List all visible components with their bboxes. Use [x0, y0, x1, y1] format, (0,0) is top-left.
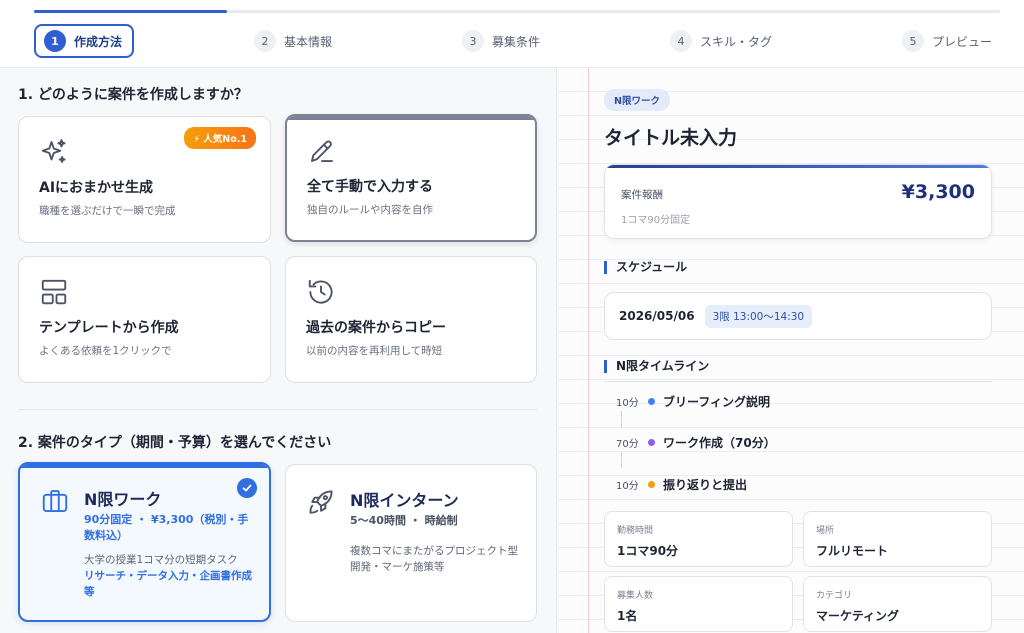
form-panel: 1. どのように案件を作成しますか？ ⚡ 人気No.1 AIにおまかせ生成 職種… — [0, 68, 557, 633]
step-label: プレビュー — [932, 34, 993, 49]
option-title: 過去の案件からコピー — [306, 320, 446, 336]
popular-badge: ⚡ 人気No.1 — [184, 127, 256, 149]
type-sub: 5〜40時間 ・ 時給制 — [350, 514, 458, 527]
timeline-item: 10分 ブリーフィング説明 — [616, 393, 770, 409]
type-n-work[interactable]: N限ワーク 90分固定 ・ ¥3,300（税別・手数料込） 大学の授業1コマ分の… — [18, 462, 271, 622]
fee-value: ¥3,300 — [901, 181, 975, 203]
notebook-margin-line — [588, 68, 589, 633]
option-template[interactable]: テンプレートから作成 よくある依頼を1クリックで — [18, 256, 271, 383]
type-title: N限インターン — [350, 491, 459, 510]
info-value: 1名 — [617, 609, 638, 623]
info-label: 募集人数 — [617, 591, 654, 601]
check-icon — [237, 478, 257, 498]
option-manual-input[interactable]: 全て手動で入力する 独自のルールや内容を自作 — [285, 114, 537, 242]
info-card-location: 場所 フルリモート — [803, 511, 992, 567]
step-label: スキル・タグ — [700, 34, 773, 49]
schedule-slot: 3限 13:00〜14:30 — [704, 304, 813, 328]
history-icon — [308, 279, 333, 304]
timeline-dot — [648, 438, 655, 446]
step-number: 5 — [902, 30, 924, 52]
layout-template-icon — [41, 279, 67, 305]
schedule-heading: スケジュール — [604, 261, 687, 274]
section-divider — [18, 409, 537, 410]
type-desc-plain: 大学の授業1コマ分の短期タスク — [84, 554, 238, 566]
type-title: N限ワーク — [84, 490, 162, 509]
timeline-dot — [648, 397, 655, 405]
info-label: 勤務時間 — [617, 526, 654, 536]
timeline-duration: 10分 — [616, 397, 639, 409]
option-ai-generate[interactable]: ⚡ 人気No.1 AIにおまかせ生成 職種を選ぶだけで一瞬で完成 — [18, 116, 271, 243]
option-desc: 以前の内容を再利用して時短 — [306, 345, 443, 357]
info-value: 1コマ90分 — [617, 544, 679, 558]
type-desc-accent: 開発・マーケ施策等 — [350, 561, 445, 573]
step-label: 募集条件 — [492, 34, 541, 49]
progress-fill — [34, 10, 228, 13]
type-desc-accent: リサーチ・データ入力・企画書作成等 — [84, 570, 252, 598]
timeline-dot — [648, 480, 655, 488]
sparkles-icon — [41, 139, 66, 163]
option-desc: 職種を選ぶだけで一瞬で完成 — [39, 205, 176, 217]
info-value: フルリモート — [816, 544, 889, 558]
info-label: 場所 — [816, 526, 835, 536]
schedule-date: 2026/05/06 — [619, 309, 695, 323]
info-label: カテゴリ — [816, 591, 853, 601]
fee-label: 案件報酬 — [621, 189, 663, 201]
preview-panel: N限ワーク タイトル未入力 案件報酬 ¥3,300 1コマ90分固定 スケジュー… — [558, 68, 1024, 633]
preview-type-tag: N限ワーク — [604, 89, 670, 111]
info-value: マーケティング — [816, 609, 900, 623]
timeline-heading: N限タイムライン — [604, 360, 709, 373]
step-3-recruitment-conditions[interactable]: 3 募集条件 — [462, 24, 540, 58]
rocket-icon — [309, 490, 333, 514]
option-copy-past[interactable]: 過去の案件からコピー 以前の内容を再利用して時短 — [285, 256, 537, 383]
option-title: テンプレートから作成 — [39, 320, 179, 336]
info-card-headcount: 募集人数 1名 — [604, 576, 793, 632]
step-2-basic-info[interactable]: 2 基本情報 — [254, 24, 332, 58]
timeline-label: 振り返りと提出 — [663, 477, 748, 492]
step-number: 1 — [44, 30, 66, 52]
timeline-item: 70分 ワーク作成（70分） — [616, 434, 776, 450]
step-5-preview[interactable]: 5 プレビュー — [902, 24, 992, 58]
option-title: 全て手動で入力する — [307, 179, 433, 195]
fee-note: 1コマ90分固定 — [621, 215, 691, 226]
step-number: 2 — [254, 30, 276, 52]
job-type-heading: 2. 案件のタイプ（期間・予算）を選んでください — [18, 435, 332, 451]
timeline-connector — [621, 452, 622, 468]
step-4-skills-tags[interactable]: 4 スキル・タグ — [670, 24, 772, 58]
option-title: AIにおまかせ生成 — [39, 180, 154, 196]
timeline-connector — [621, 411, 622, 427]
type-desc: 複数コマにまたがるプロジェクト型 開発・マーケ施策等 — [350, 543, 520, 575]
stepper: 1 作成方法 2 基本情報 3 募集条件 4 スキル・タグ 5 プレビュー — [0, 0, 1024, 68]
timeline-divider — [604, 381, 992, 382]
option-desc: 独自のルールや内容を自作 — [307, 204, 433, 216]
timeline-label: ブリーフィング説明 — [663, 394, 771, 409]
timeline-duration: 70分 — [616, 438, 639, 450]
step-label: 作成方法 — [74, 34, 123, 49]
preview-title: タイトル未入力 — [604, 127, 738, 149]
progress-track — [34, 10, 1000, 13]
pencil-icon — [311, 140, 333, 162]
type-desc-plain: 複数コマにまたがるプロジェクト型 — [350, 545, 518, 557]
step-number: 4 — [670, 30, 692, 52]
fee-card: 案件報酬 ¥3,300 1コマ90分固定 — [604, 164, 992, 239]
schedule-card: 2026/05/06 3限 13:00〜14:30 — [604, 292, 992, 340]
option-desc: よくある依頼を1クリックで — [39, 345, 172, 357]
creation-method-heading: 1. どのように案件を作成しますか？ — [18, 87, 248, 103]
timeline-duration: 10分 — [616, 480, 639, 492]
info-card-work-hours: 勤務時間 1コマ90分 — [604, 511, 793, 567]
briefcase-icon — [42, 490, 68, 512]
type-desc: 大学の授業1コマ分の短期タスク リサーチ・データ入力・企画書作成等 — [84, 552, 254, 600]
info-card-category: カテゴリ マーケティング — [803, 576, 992, 632]
step-label: 基本情報 — [284, 34, 333, 49]
step-number: 3 — [462, 30, 484, 52]
timeline-item: 10分 振り返りと提出 — [616, 476, 747, 492]
step-1-creation-method[interactable]: 1 作成方法 — [34, 24, 135, 58]
timeline-label: ワーク作成（70分） — [663, 435, 776, 450]
type-n-intern[interactable]: N限インターン 5〜40時間 ・ 時給制 複数コマにまたがるプロジェクト型 開発… — [285, 464, 537, 622]
type-sub: 90分固定 ・ ¥3,300（税別・手数料込） — [84, 513, 249, 542]
